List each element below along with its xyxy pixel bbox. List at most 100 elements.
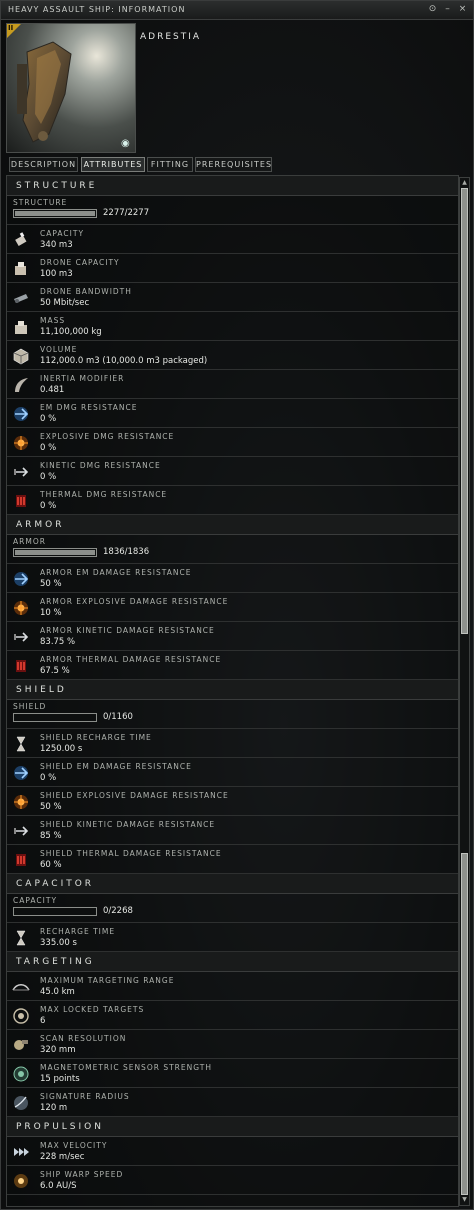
- gauge-bar: [13, 548, 97, 557]
- attribute-value: 228 m/sec: [40, 1152, 85, 1162]
- kinetic-resistance-icon: [12, 628, 30, 646]
- attribute-row[interactable]: CAPACITY 340 m3: [7, 225, 458, 254]
- tab-fitting[interactable]: FITTING: [147, 157, 193, 172]
- attribute-label: MASS: [40, 316, 66, 325]
- attribute-label: CAPACITY: [40, 229, 85, 238]
- attribute-value: 0.481: [40, 385, 65, 395]
- attribute-row[interactable]: ARMOR KINETIC DAMAGE RESISTANCE 83.75 %: [7, 622, 458, 651]
- section-header-shield[interactable]: SHIELD: [7, 680, 458, 700]
- attribute-label: VOLUME: [40, 345, 78, 354]
- attribute-value: 67.5 %: [40, 666, 70, 676]
- attribute-row[interactable]: SIGNATURE RADIUS 120 m: [7, 1088, 458, 1117]
- attribute-row[interactable]: EXPLOSIVE DMG RESISTANCE 0 %: [7, 428, 458, 457]
- attribute-row[interactable]: SHIELD EXPLOSIVE DAMAGE RESISTANCE 50 %: [7, 787, 458, 816]
- explosive-resistance-icon: [12, 793, 30, 811]
- scroll-thumb[interactable]: [461, 853, 468, 1195]
- tab-attributes[interactable]: ATTRIBUTES: [81, 157, 145, 172]
- volume-icon: [12, 347, 30, 365]
- attribute-label: ARMOR KINETIC DAMAGE RESISTANCE: [40, 626, 215, 635]
- close-button[interactable]: ×: [457, 4, 468, 15]
- attribute-value: 50 Mbit/sec: [40, 298, 90, 308]
- gauge-row: ARMOR 1836/1836: [7, 535, 458, 564]
- section-header-capacitor[interactable]: CAPACITOR: [7, 874, 458, 894]
- attribute-label: DRONE CAPACITY: [40, 258, 120, 267]
- drone-bandwidth-icon: [12, 289, 30, 307]
- section-header-armor[interactable]: ARMOR: [7, 515, 458, 535]
- hourglass-icon: [12, 735, 30, 753]
- attribute-row[interactable]: DRONE BANDWIDTH 50 Mbit/sec: [7, 283, 458, 312]
- ship-image: [17, 41, 72, 143]
- attribute-label: SHIELD EM DAMAGE RESISTANCE: [40, 762, 192, 771]
- attribute-row[interactable]: RECHARGE TIME 335.00 s: [7, 923, 458, 952]
- scroll-down-icon[interactable]: ▼: [460, 1195, 469, 1204]
- info-window: HEAVY ASSAULT SHIP: INFORMATION ⊙ – × II…: [0, 0, 474, 1210]
- explosive-resistance-icon: [12, 434, 30, 452]
- attribute-row[interactable]: DRONE CAPACITY 100 m3: [7, 254, 458, 283]
- attribute-row[interactable]: MAXIMUM TARGETING RANGE 45.0 km: [7, 972, 458, 1001]
- attribute-row[interactable]: THERMAL DMG RESISTANCE 0 %: [7, 486, 458, 515]
- minimize-button[interactable]: –: [442, 4, 453, 15]
- scan-resolution-icon: [12, 1036, 30, 1054]
- attribute-row[interactable]: ARMOR THERMAL DAMAGE RESISTANCE 67.5 %: [7, 651, 458, 680]
- attribute-value: 0 %: [40, 414, 57, 424]
- warp-speed-icon: [12, 1172, 30, 1190]
- attribute-row[interactable]: MAX LOCKED TARGETS 6: [7, 1001, 458, 1030]
- attribute-row[interactable]: SHIP WARP SPEED 6.0 AU/S: [7, 1166, 458, 1195]
- attribute-label: SHIP WARP SPEED: [40, 1170, 124, 1179]
- attribute-row[interactable]: SCAN RESOLUTION 320 mm: [7, 1030, 458, 1059]
- attribute-label: SIGNATURE RADIUS: [40, 1092, 130, 1101]
- tab-prerequisites[interactable]: PREREQUISITES: [195, 157, 272, 172]
- attribute-row[interactable]: MASS 11,100,000 kg: [7, 312, 458, 341]
- settings-icon[interactable]: ⊙: [427, 4, 438, 15]
- attribute-value: 11,100,000 kg: [40, 327, 102, 337]
- gauge-row: SHIELD 0/1160: [7, 700, 458, 729]
- em-resistance-icon: [12, 764, 30, 782]
- capacity-icon: [12, 231, 30, 249]
- attribute-label: ARMOR EXPLOSIVE DAMAGE RESISTANCE: [40, 597, 229, 606]
- gauge-fill: [15, 211, 95, 216]
- tab-description[interactable]: DESCRIPTION: [9, 157, 78, 172]
- em-resistance-icon: [12, 570, 30, 588]
- attribute-row[interactable]: SHIELD THERMAL DAMAGE RESISTANCE 60 %: [7, 845, 458, 874]
- attribute-row[interactable]: ARMOR EM DAMAGE RESISTANCE 50 %: [7, 564, 458, 593]
- attribute-row[interactable]: SHIELD EM DAMAGE RESISTANCE 0 %: [7, 758, 458, 787]
- attribute-row[interactable]: EM DMG RESISTANCE 0 %: [7, 399, 458, 428]
- attribute-value: 340 m3: [40, 240, 73, 250]
- kinetic-resistance-icon: [12, 822, 30, 840]
- section-header-structure[interactable]: STRUCTURE: [7, 176, 458, 196]
- section-header-propulsion[interactable]: PROPULSION: [7, 1117, 458, 1137]
- attribute-value: 120 m: [40, 1103, 68, 1113]
- section-title: PROPULSION: [16, 1122, 104, 1132]
- attribute-row[interactable]: KINETIC DMG RESISTANCE 0 %: [7, 457, 458, 486]
- attributes-list[interactable]: STRUCTURE STRUCTURE 2277/2277 CAPACITY 340 m…: [6, 175, 459, 1207]
- attribute-row[interactable]: SHIELD RECHARGE TIME 1250.00 s: [7, 729, 458, 758]
- scroll-up-icon[interactable]: ▲: [460, 178, 469, 187]
- ship-render[interactable]: II ◉: [6, 23, 136, 153]
- attribute-value: 6: [40, 1016, 46, 1026]
- gauge-row: STRUCTURE 2277/2277: [7, 196, 458, 225]
- section-title: STRUCTURE: [16, 181, 98, 191]
- attribute-value: 0 %: [40, 443, 57, 453]
- title-bar[interactable]: HEAVY ASSAULT SHIP: INFORMATION ⊙ – ×: [1, 1, 473, 20]
- kinetic-resistance-icon: [12, 463, 30, 481]
- gauge-value: 1836/1836: [103, 547, 150, 557]
- gauge-bar: [13, 713, 97, 722]
- attribute-row[interactable]: MAX VELOCITY 228 m/sec: [7, 1137, 458, 1166]
- velocity-icon: [12, 1143, 30, 1161]
- attribute-value: 100 m3: [40, 269, 73, 279]
- eye-icon[interactable]: ◉: [121, 138, 130, 149]
- attribute-row[interactable]: MAGNETOMETRIC SENSOR STRENGTH 15 points: [7, 1059, 458, 1088]
- section-header-targeting[interactable]: TARGETING: [7, 952, 458, 972]
- attribute-row[interactable]: VOLUME 112,000.0 m3 (10,000.0 m3 packaged…: [7, 341, 458, 370]
- gauge-bar: [13, 907, 97, 916]
- vertical-scrollbar[interactable]: ▲ ▼: [459, 177, 470, 1206]
- attribute-label: SHIELD THERMAL DAMAGE RESISTANCE: [40, 849, 222, 858]
- attribute-row[interactable]: SHIELD KINETIC DAMAGE RESISTANCE 85 %: [7, 816, 458, 845]
- gauge-bar: [13, 209, 97, 218]
- attribute-label: SHIELD KINETIC DAMAGE RESISTANCE: [40, 820, 216, 829]
- gauge-value: 0/2268: [103, 906, 133, 916]
- attribute-row[interactable]: ARMOR EXPLOSIVE DAMAGE RESISTANCE 10 %: [7, 593, 458, 622]
- attribute-row[interactable]: INERTIA MODIFIER 0.481: [7, 370, 458, 399]
- scroll-thumb[interactable]: [461, 188, 468, 634]
- window-title: HEAVY ASSAULT SHIP: INFORMATION: [8, 5, 186, 14]
